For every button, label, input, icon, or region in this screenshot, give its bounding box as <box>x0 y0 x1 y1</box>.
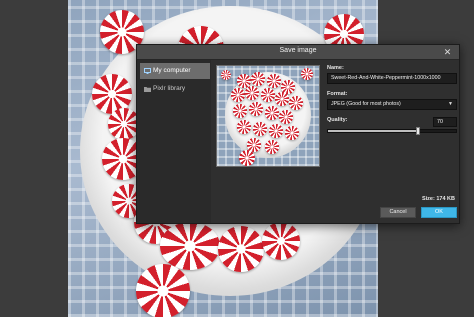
mint-graphic <box>218 226 264 272</box>
format-label: Format: <box>327 91 348 97</box>
mint-graphic <box>285 126 299 140</box>
save-location-panel: My computer Pixlr library <box>137 60 211 223</box>
dialog-title: Save image <box>279 47 317 54</box>
mint-graphic <box>136 264 190 317</box>
format-select[interactable]: JPEG (Good for most photos) ▼ <box>327 99 457 110</box>
monitor-icon <box>144 68 151 74</box>
mint-graphic <box>265 140 279 154</box>
ok-button[interactable]: OK <box>421 207 457 218</box>
dialog-titlebar: Save image ✕ <box>137 45 459 60</box>
quality-slider-fill <box>328 130 418 132</box>
mint-graphic <box>233 104 247 118</box>
app-workspace: Save image ✕ My computer Pixlr library N… <box>0 0 474 317</box>
quality-slider[interactable] <box>327 127 457 135</box>
mint-graphic <box>239 150 255 166</box>
source-label: My computer <box>153 67 191 74</box>
close-button[interactable]: ✕ <box>442 46 453 58</box>
mint-graphic <box>231 88 245 102</box>
cancel-button[interactable]: Cancel <box>380 207 416 218</box>
mint-graphic <box>249 102 263 116</box>
quality-input[interactable]: 70 <box>433 117 457 127</box>
mint-graphic <box>267 74 281 88</box>
save-image-dialog: Save image ✕ My computer Pixlr library N… <box>136 44 460 224</box>
chevron-down-icon: ▼ <box>448 101 453 107</box>
mint-graphic <box>289 96 303 110</box>
mint-graphic <box>251 72 265 86</box>
file-size-text: Size: 174 KB <box>421 196 455 202</box>
mint-graphic <box>301 68 313 80</box>
source-pixlr-library[interactable]: Pixlr library <box>140 81 210 97</box>
folder-icon <box>144 87 151 92</box>
mint-graphic <box>237 120 251 134</box>
mint-graphic <box>265 106 279 120</box>
image-preview <box>216 65 320 167</box>
mint-graphic <box>275 92 289 106</box>
name-label: Name: <box>327 65 344 71</box>
source-label: Pixlr library <box>153 85 186 92</box>
close-icon: ✕ <box>443 47 452 57</box>
mint-graphic <box>279 110 293 124</box>
quality-slider-thumb[interactable] <box>416 127 420 135</box>
mint-graphic <box>245 86 259 100</box>
mint-graphic <box>221 70 231 80</box>
mint-graphic <box>160 222 220 270</box>
preview-image <box>217 66 319 166</box>
mint-graphic <box>253 122 267 136</box>
filename-input[interactable]: Sweet-Red-And-White-Peppermint-1000x1000 <box>327 73 457 84</box>
mint-graphic <box>261 88 275 102</box>
mint-graphic <box>262 222 300 260</box>
format-value: JPEG (Good for most photos) <box>331 101 401 107</box>
quality-label: Quality: <box>327 117 348 123</box>
source-my-computer[interactable]: My computer <box>140 63 210 79</box>
mint-graphic <box>269 124 283 138</box>
